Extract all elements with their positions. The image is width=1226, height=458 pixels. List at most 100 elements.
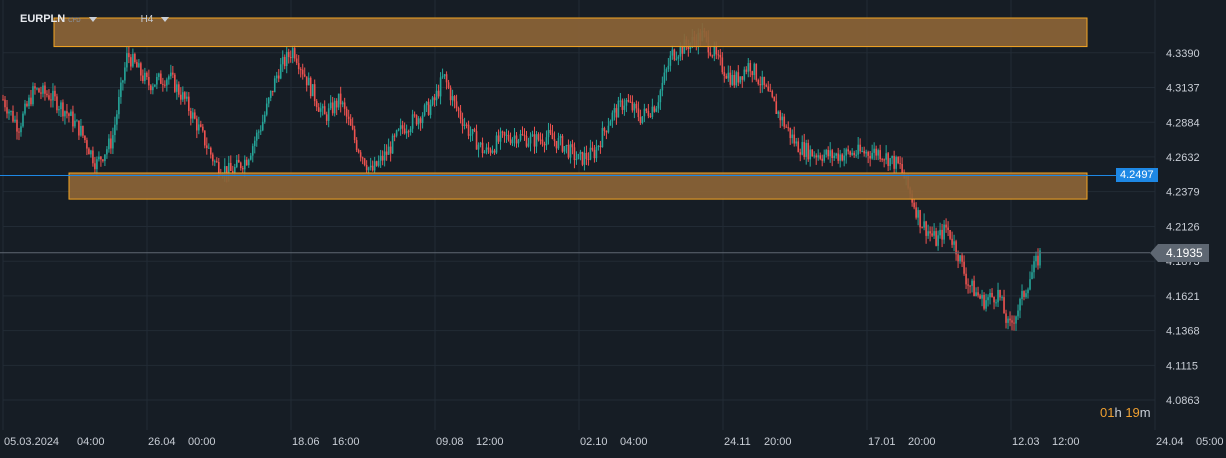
symbol-dropdown-icon[interactable]: [88, 16, 97, 22]
candle-body: [152, 86, 154, 91]
candle-body: [885, 153, 887, 160]
candle-body: [80, 125, 82, 136]
candle-body: [503, 132, 506, 136]
candle-body: [547, 129, 550, 138]
price-zone-rectangle[interactable]: [68, 172, 1088, 200]
candle-body: [449, 87, 452, 101]
price-chart[interactable]: 4.33904.31374.28844.26324.23794.21264.18…: [0, 0, 1226, 458]
candle-body: [337, 93, 340, 108]
candle-body: [136, 62, 138, 68]
candle-body: [253, 140, 256, 147]
candle-body: [429, 104, 432, 115]
candle-body: [82, 125, 84, 136]
candle-body: [279, 64, 282, 79]
candle-body: [609, 121, 612, 126]
candle-body: [134, 53, 136, 63]
candle-body: [821, 158, 824, 161]
candle-body: [277, 75, 280, 79]
time-tick-time: 16:00: [332, 436, 360, 448]
candle-body: [30, 97, 32, 105]
candle-body: [467, 124, 470, 136]
candle-body: [70, 111, 72, 116]
candle-body: [553, 139, 556, 141]
candle-body: [999, 289, 1001, 298]
time-tick-date: 09.08: [436, 436, 464, 448]
candle-body: [411, 114, 414, 129]
candle-body: [941, 229, 943, 240]
candle-body: [68, 113, 70, 116]
candle-body: [509, 139, 512, 144]
price-axis[interactable]: 4.33904.31374.28844.26324.23794.21264.18…: [1166, 48, 1200, 407]
candle-body: [967, 284, 969, 286]
candle-body: [385, 151, 388, 155]
candle-body: [549, 129, 552, 134]
candle-body: [849, 151, 851, 155]
chart-header: EURPLN CFD H4: [20, 12, 170, 26]
candle-body: [925, 221, 927, 236]
countdown-minutes-unit: m: [1139, 405, 1151, 420]
candle-body: [639, 117, 642, 123]
candle-body: [381, 155, 384, 161]
candle-body: [827, 149, 830, 157]
candle-body: [50, 99, 52, 101]
candle-body: [257, 131, 260, 133]
candle-body: [176, 84, 178, 92]
candle-body: [777, 111, 780, 114]
candle-body: [615, 108, 618, 118]
supply-demand-zones[interactable]: [53, 17, 1088, 200]
candle-body: [98, 156, 100, 160]
candle-body: [445, 74, 448, 83]
symbol-label[interactable]: EURPLN: [20, 13, 65, 25]
candle-body: [559, 135, 562, 138]
candle-body: [939, 229, 941, 236]
candle-body: [194, 112, 196, 119]
candle-body: [459, 110, 462, 120]
candle-body: [1027, 289, 1029, 294]
level-line-price-tag[interactable]: 4.2497: [1116, 168, 1158, 183]
candle-body: [1021, 291, 1023, 299]
candle-body: [661, 82, 664, 91]
candle-body: [427, 101, 430, 115]
candle-body: [501, 131, 504, 133]
time-axis[interactable]: 05.03.2024 04:00 26.04 00:00 18.06 16:00 09.08…: [4, 436, 1224, 448]
candle-body: [993, 296, 995, 303]
candle-body: [845, 149, 847, 156]
timeframe-label[interactable]: H4: [141, 14, 154, 25]
candle-body: [36, 88, 38, 90]
candle-body: [4, 99, 6, 108]
candle-body: [26, 103, 28, 107]
price-tick-label: 4.1368: [1166, 326, 1200, 338]
price-tick-label: 4.0863: [1166, 395, 1200, 407]
candle-body: [737, 72, 740, 83]
candle-body: [605, 130, 608, 133]
candle-body: [387, 146, 390, 155]
candle-body: [353, 129, 356, 141]
candle-body: [451, 96, 454, 101]
candle-body: [789, 127, 792, 139]
candle-body: [625, 99, 628, 106]
candle-body: [677, 56, 680, 59]
candle-body: [457, 108, 460, 111]
candle-body: [517, 140, 520, 144]
candle-body: [64, 111, 66, 117]
candle-body: [739, 76, 742, 83]
candle-body: [156, 76, 158, 85]
timeframe-dropdown-icon[interactable]: [161, 16, 170, 22]
candle-body: [475, 131, 478, 150]
candle-body: [401, 125, 404, 129]
candle-body: [86, 140, 88, 149]
price-zone-rectangle[interactable]: [53, 17, 1088, 48]
candle-body: [269, 90, 272, 98]
candle-body: [120, 82, 122, 97]
candle-body: [160, 73, 162, 84]
candle-body: [383, 151, 386, 161]
candle-body: [851, 152, 853, 155]
candle-body: [533, 134, 536, 147]
candle-body: [597, 145, 600, 148]
candle-body: [765, 85, 768, 87]
candle-body: [261, 121, 264, 131]
candle-body: [895, 157, 897, 169]
candle-body: [20, 126, 22, 133]
candle-body: [1005, 313, 1007, 323]
candle-body: [617, 100, 620, 118]
